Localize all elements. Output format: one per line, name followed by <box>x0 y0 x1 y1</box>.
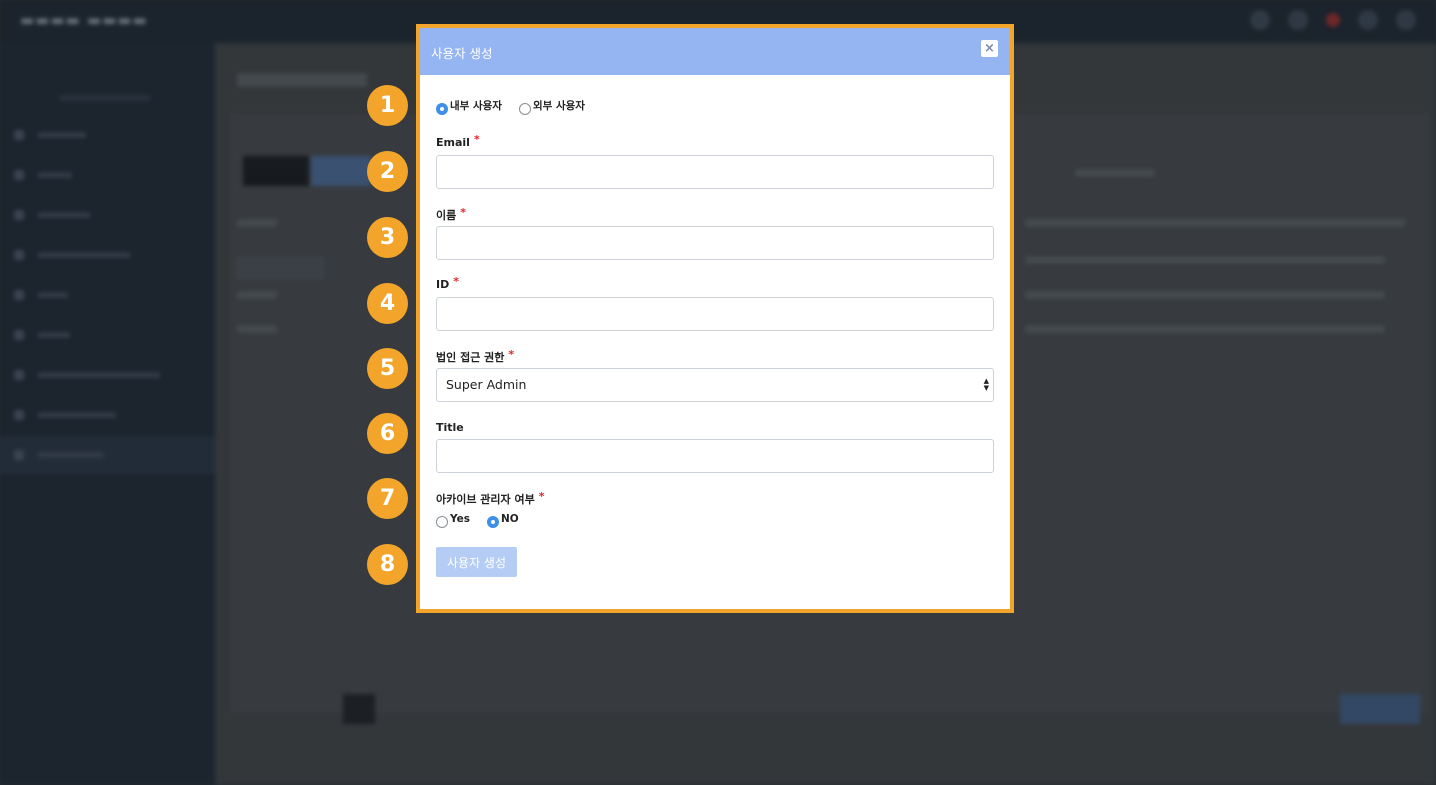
select-arrows-icon: ▲ ▼ <box>983 377 989 392</box>
create-user-modal: 사용자 생성 × 내부 사용자 외부 사용자 Email * 이름 * ID * 법인… <box>416 24 1014 613</box>
radio-external-user[interactable] <box>518 102 531 115</box>
modal-header: 사용자 생성 × <box>420 28 1010 75</box>
required-mark: * <box>460 206 467 219</box>
id-field[interactable] <box>436 297 994 331</box>
access-select-value: Super Admin <box>446 377 527 392</box>
annotation-badge-4: 4 <box>367 283 408 324</box>
create-user-button[interactable]: 사용자 생성 <box>436 547 517 577</box>
radio-archive-no-label: NO <box>501 513 519 525</box>
title-label: Title <box>436 421 464 434</box>
annotation-badge-2: 2 <box>367 151 408 192</box>
archive-admin-label: 아카이브 관리자 여부 * <box>436 490 545 506</box>
radio-external-user-label: 외부 사용자 <box>532 100 585 112</box>
annotation-badge-3: 3 <box>367 217 408 258</box>
annotation-badge-1: 1 <box>367 85 408 126</box>
required-mark: * <box>453 275 459 288</box>
radio-archive-yes-label: Yes <box>450 513 471 525</box>
annotation-badge-7: 7 <box>367 478 408 519</box>
required-mark: * <box>538 490 545 503</box>
required-mark: * <box>508 348 515 361</box>
access-label: 법인 접근 권한 * <box>436 348 515 364</box>
modal-title: 사용자 생성 <box>431 46 493 61</box>
access-select[interactable]: Super Admin ▲ ▼ <box>436 368 994 402</box>
name-field[interactable] <box>436 226 994 260</box>
name-label: 이름 * <box>436 206 467 222</box>
email-label: Email * <box>436 133 480 149</box>
radio-archive-no[interactable] <box>487 516 500 528</box>
radio-archive-yes[interactable] <box>436 516 448 528</box>
annotation-badge-6: 6 <box>367 413 408 454</box>
radio-internal-user[interactable] <box>436 102 448 115</box>
email-field[interactable] <box>436 155 994 189</box>
annotation-badge-5: 5 <box>367 348 408 389</box>
annotation-badge-8: 8 <box>367 544 408 585</box>
close-icon[interactable]: × <box>981 40 998 57</box>
title-field[interactable] <box>436 439 994 473</box>
radio-internal-user-label: 내부 사용자 <box>450 100 502 112</box>
user-type-group: 내부 사용자 외부 사용자 <box>436 98 585 115</box>
id-label: ID * <box>436 275 459 291</box>
archive-admin-group: Yes NO <box>436 513 519 528</box>
required-mark: * <box>473 133 480 146</box>
